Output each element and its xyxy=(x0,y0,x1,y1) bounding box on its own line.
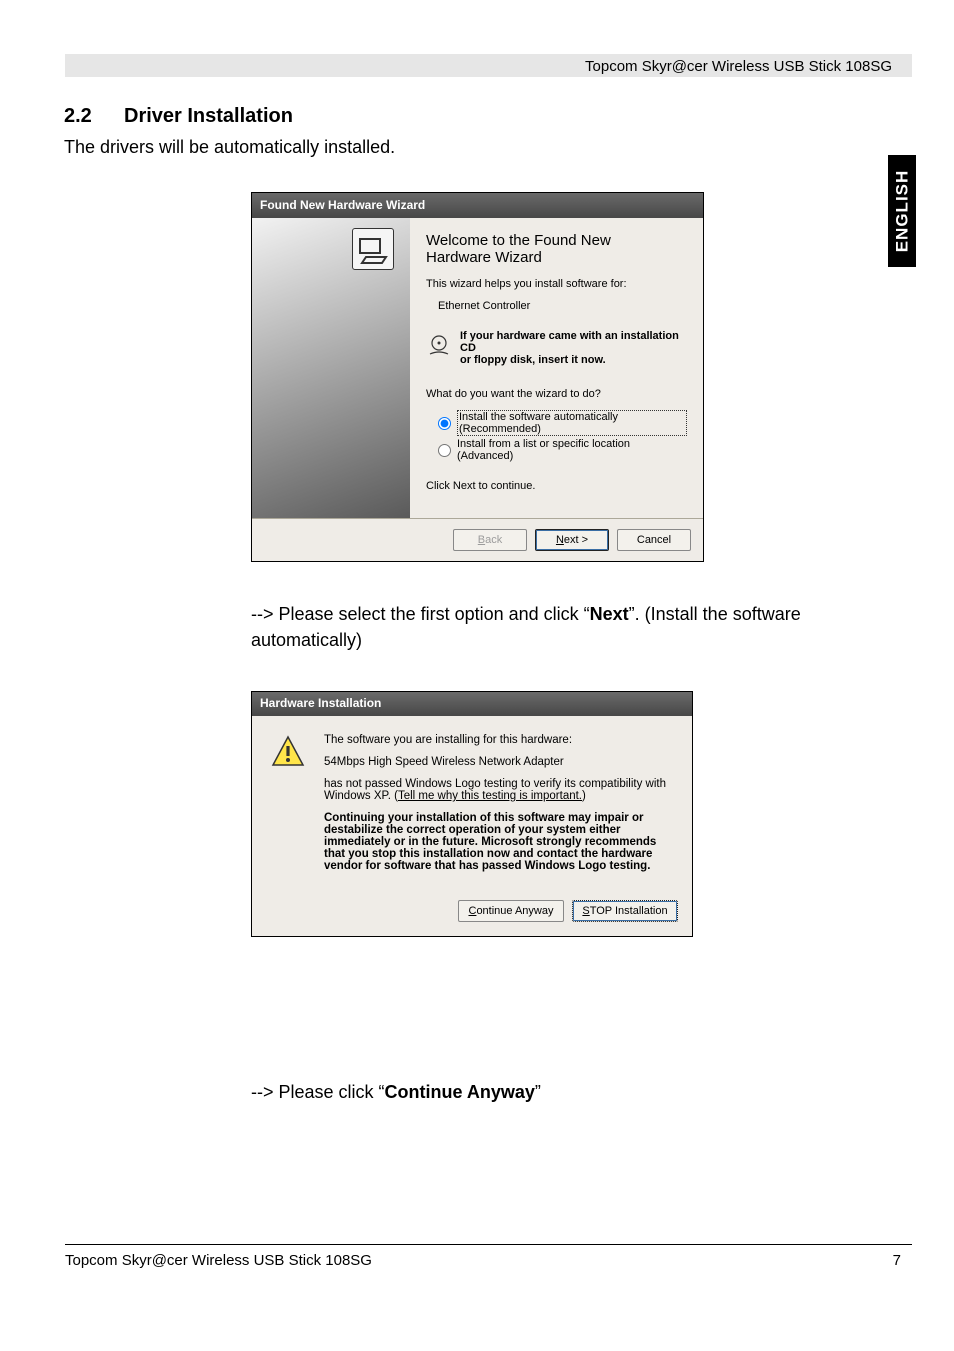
section-number: 2.2 xyxy=(64,105,124,128)
cd-icon xyxy=(426,334,452,363)
back-button: Back xyxy=(453,529,527,551)
instruction-step-1: --> Please select the first option and c… xyxy=(251,601,888,653)
radio-install-advanced-input[interactable] xyxy=(438,444,451,457)
footer-product: Topcom Skyr@cer Wireless USB Stick 108SG xyxy=(65,1252,372,1269)
wizard-cd-hint-l1: If your hardware came with an installati… xyxy=(460,330,679,354)
radio-install-advanced[interactable]: Install from a list or specific location… xyxy=(438,438,687,462)
found-new-hardware-wizard: Found New Hardware Wizard Welcome to the… xyxy=(251,192,704,562)
header-product: Topcom Skyr@cer Wireless USB Stick 108SG xyxy=(585,58,892,75)
warning-icon xyxy=(270,734,306,770)
language-tab: ENGLISH xyxy=(888,155,916,267)
radio-install-auto-input[interactable] xyxy=(438,417,451,430)
wizard-helps-text: This wizard helps you install software f… xyxy=(426,278,687,290)
next-button[interactable]: Next > xyxy=(535,529,609,551)
wizard-cd-hint: If your hardware came with an installati… xyxy=(460,330,687,366)
section-heading: 2.2Driver Installation xyxy=(64,105,293,128)
wizard-titlebar: Found New Hardware Wizard xyxy=(252,193,703,218)
hardware-icon xyxy=(352,228,394,270)
dialog-button-row: Continue Anyway STOP Installation xyxy=(252,890,692,936)
wizard-click-next: Click Next to continue. xyxy=(426,480,687,492)
stop-installation-button[interactable]: STOP Installation xyxy=(572,900,678,922)
dialog-titlebar: Hardware Installation xyxy=(252,692,692,716)
wizard-question: What do you want the wizard to do? xyxy=(426,388,687,400)
dialog-device: 54Mbps High Speed Wireless Network Adapt… xyxy=(324,756,674,768)
footer-rule xyxy=(65,1244,912,1245)
dialog-warning-paragraph: Continuing your installation of this sof… xyxy=(324,812,674,872)
language-tab-label: ENGLISH xyxy=(892,170,912,253)
instruction-step-1-pre: --> Please select the first option and c… xyxy=(251,604,590,624)
instruction-step-2-post: ” xyxy=(535,1082,541,1102)
tell-me-why-link[interactable]: Tell me why this testing is important. xyxy=(398,790,582,802)
wizard-sidebar-image xyxy=(252,218,410,518)
continue-anyway-button[interactable]: Continue Anyway xyxy=(458,900,564,922)
wizard-welcome-l2: Hardware Wizard xyxy=(426,249,542,266)
radio-install-advanced-label: Install from a list or specific location… xyxy=(457,438,687,462)
wizard-welcome-l1: Welcome to the Found New xyxy=(426,232,611,249)
section-title: Driver Installation xyxy=(124,105,293,127)
dialog-logo-test: has not passed Windows Logo testing to v… xyxy=(324,778,674,802)
dialog-line1: The software you are installing for this… xyxy=(324,734,674,746)
wizard-device-name: Ethernet Controller xyxy=(438,300,687,312)
instruction-step-2-pre: --> Please click “ xyxy=(251,1082,385,1102)
radio-install-auto[interactable]: Install the software automatically (Reco… xyxy=(438,410,687,436)
intro-text: The drivers will be automatically instal… xyxy=(64,137,395,158)
hardware-installation-dialog: Hardware Installation The software you a… xyxy=(251,691,693,937)
radio-install-auto-label: Install the software automatically (Reco… xyxy=(457,410,687,436)
dialog-line2b: ) xyxy=(582,790,586,802)
instruction-step-2: --> Please click “Continue Anyway” xyxy=(251,1082,541,1103)
wizard-cd-hint-l2: or floppy disk, insert it now. xyxy=(460,354,606,366)
instruction-step-1-bold: Next xyxy=(590,604,629,624)
cancel-button[interactable]: Cancel xyxy=(617,529,691,551)
page-number: 7 xyxy=(893,1252,901,1269)
wizard-welcome: Welcome to the Found New Hardware Wizard xyxy=(426,232,687,266)
wizard-button-row: Back Next > Cancel xyxy=(252,518,703,561)
instruction-step-2-bold: Continue Anyway xyxy=(385,1082,535,1102)
